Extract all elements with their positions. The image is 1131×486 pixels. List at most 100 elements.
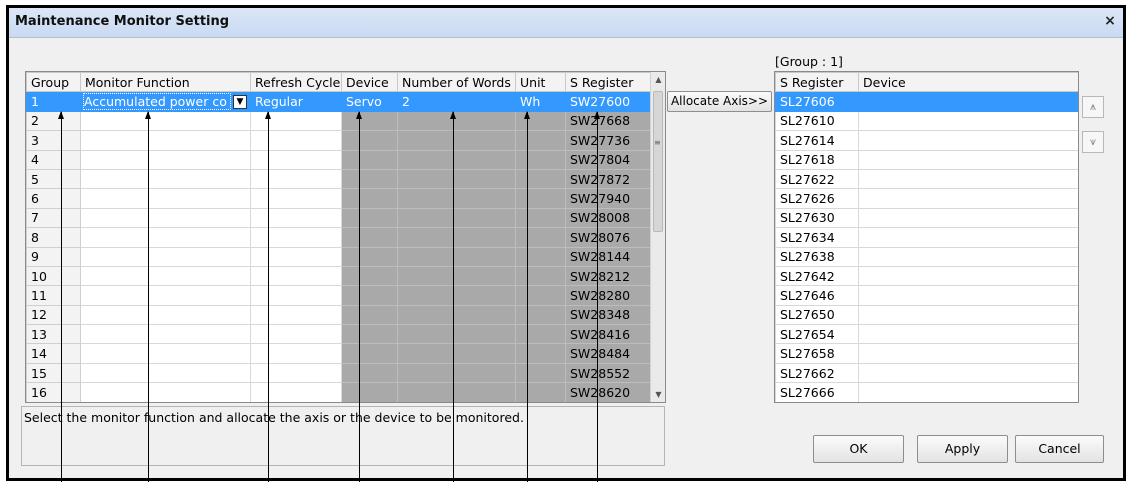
refresh-cycle-cell[interactable] xyxy=(250,130,342,151)
sregister-row[interactable]: SL27654 xyxy=(775,324,1078,345)
words-cell[interactable] xyxy=(397,362,516,384)
table-row-selected[interactable]: 1 Accumulated power co ▼ Regular Servo 2 … xyxy=(26,91,653,112)
unit-cell[interactable] xyxy=(515,265,566,287)
group-cell[interactable]: 3 xyxy=(26,130,81,151)
table-row[interactable]: 5 SW27872 xyxy=(26,168,653,190)
group-cell[interactable]: 11 xyxy=(26,285,81,306)
right-column-header[interactable]: S Register xyxy=(775,72,859,93)
group-cell[interactable]: 8 xyxy=(26,227,81,248)
apply-button[interactable]: Apply xyxy=(917,435,1008,463)
words-cell[interactable] xyxy=(397,207,516,229)
column-header[interactable]: Refresh Cycle xyxy=(250,72,342,93)
unit-cell[interactable] xyxy=(515,149,566,170)
monitor-function-cell[interactable] xyxy=(80,265,251,287)
sregister-cell[interactable]: SW27804 xyxy=(565,149,653,170)
unit-cell[interactable] xyxy=(515,285,566,306)
sregister-cell[interactable]: SW27668 xyxy=(565,110,653,132)
device-cell[interactable] xyxy=(341,343,398,364)
words-cell[interactable] xyxy=(397,265,516,287)
table-row[interactable]: 13 SW28416 xyxy=(26,324,653,345)
monitor-function-cell[interactable] xyxy=(80,227,251,248)
sregister-row[interactable]: SL27662 xyxy=(775,362,1078,384)
sregister-row[interactable]: SL27634 xyxy=(775,227,1078,248)
refresh-cycle-cell[interactable] xyxy=(250,168,342,190)
group-cell[interactable]: 1 xyxy=(26,91,81,112)
refresh-cycle-cell[interactable] xyxy=(250,324,342,345)
words-cell[interactable] xyxy=(397,130,516,151)
words-cell[interactable] xyxy=(397,188,516,209)
device-cell[interactable] xyxy=(341,324,398,345)
sregister-row[interactable]: SL27622 xyxy=(775,168,1078,190)
unit-cell[interactable] xyxy=(515,382,566,402)
sregister-cell[interactable]: SW28144 xyxy=(565,246,653,267)
sregister-value[interactable]: SL27610 xyxy=(775,110,859,132)
sregister-value[interactable]: SL27646 xyxy=(775,285,859,306)
unit-cell[interactable] xyxy=(515,168,566,190)
monitor-function-cell[interactable] xyxy=(80,168,251,190)
monitor-function-cell[interactable] xyxy=(80,382,251,402)
device-value[interactable] xyxy=(858,265,1078,287)
sregister-row[interactable]: SL27642 xyxy=(775,265,1078,287)
move-down-button[interactable]: ⩛ xyxy=(1082,131,1104,153)
sregister-row[interactable]: SL27630 xyxy=(775,207,1078,229)
group-cell[interactable]: 2 xyxy=(26,110,81,132)
unit-cell[interactable] xyxy=(515,343,566,364)
sregister-value[interactable]: SL27662 xyxy=(775,362,859,384)
device-value[interactable] xyxy=(858,382,1078,402)
device-cell[interactable] xyxy=(341,149,398,170)
column-header[interactable]: Unit xyxy=(515,72,566,93)
device-cell[interactable] xyxy=(341,207,398,229)
sregister-row[interactable]: SL27610 xyxy=(775,110,1078,132)
move-up-button[interactable]: ⩚ xyxy=(1082,96,1104,118)
sregister-row[interactable]: SL27606 xyxy=(775,91,1078,112)
refresh-cycle-cell[interactable] xyxy=(250,188,342,209)
refresh-cycle-cell[interactable] xyxy=(250,362,342,384)
ok-button[interactable]: OK xyxy=(813,435,904,463)
close-icon[interactable]: × xyxy=(1101,12,1119,30)
refresh-cycle-cell[interactable] xyxy=(250,207,342,229)
sregister-value[interactable]: SL27606 xyxy=(775,91,859,112)
group-cell[interactable]: 9 xyxy=(26,246,81,267)
sregister-cell[interactable]: SW28552 xyxy=(565,362,653,384)
sregister-value[interactable]: SL27658 xyxy=(775,343,859,364)
sregister-row[interactable]: SL27626 xyxy=(775,188,1078,209)
sregister-value[interactable]: SL27626 xyxy=(775,188,859,209)
refresh-cycle-cell[interactable]: Regular xyxy=(250,91,342,112)
monitor-function-cell[interactable] xyxy=(80,246,251,267)
sregister-row[interactable]: SL27650 xyxy=(775,304,1078,326)
monitor-function-cell[interactable] xyxy=(80,207,251,229)
sregister-cell[interactable]: SW27736 xyxy=(565,130,653,151)
device-cell[interactable] xyxy=(341,110,398,132)
unit-cell[interactable] xyxy=(515,130,566,151)
device-cell[interactable] xyxy=(341,227,398,248)
sregister-cell[interactable]: SW28008 xyxy=(565,207,653,229)
sregister-row[interactable]: SL27658 xyxy=(775,343,1078,364)
device-cell[interactable] xyxy=(341,246,398,267)
device-cell[interactable]: Servo xyxy=(341,91,398,112)
sregister-cell[interactable]: SW27872 xyxy=(565,168,653,190)
table-row[interactable]: 14 SW28484 xyxy=(26,343,653,364)
column-header[interactable]: Monitor Function xyxy=(80,72,251,93)
group-cell[interactable]: 6 xyxy=(26,188,81,209)
sregister-cell[interactable]: SW28212 xyxy=(565,265,653,287)
group-cell[interactable]: 12 xyxy=(26,304,81,326)
monitor-function-cell[interactable] xyxy=(80,304,251,326)
unit-cell[interactable] xyxy=(515,324,566,345)
words-cell[interactable] xyxy=(397,382,516,402)
sregister-value[interactable]: SL27634 xyxy=(775,227,859,248)
words-cell[interactable] xyxy=(397,285,516,306)
refresh-cycle-cell[interactable] xyxy=(250,343,342,364)
sregister-cell[interactable]: SW28076 xyxy=(565,227,653,248)
words-cell[interactable] xyxy=(397,343,516,364)
scroll-up-icon[interactable]: ▲ xyxy=(651,72,665,87)
sregister-row[interactable]: SL27614 xyxy=(775,130,1078,151)
refresh-cycle-cell[interactable] xyxy=(250,265,342,287)
device-value[interactable] xyxy=(858,227,1078,248)
table-row[interactable]: 10 SW28212 xyxy=(26,265,653,287)
cancel-button[interactable]: Cancel xyxy=(1015,435,1104,463)
right-column-header[interactable]: Device xyxy=(858,72,1078,93)
device-value[interactable] xyxy=(858,188,1078,209)
table-row[interactable]: 9 SW28144 xyxy=(26,246,653,267)
monitor-function-cell[interactable] xyxy=(80,285,251,306)
words-cell[interactable] xyxy=(397,304,516,326)
